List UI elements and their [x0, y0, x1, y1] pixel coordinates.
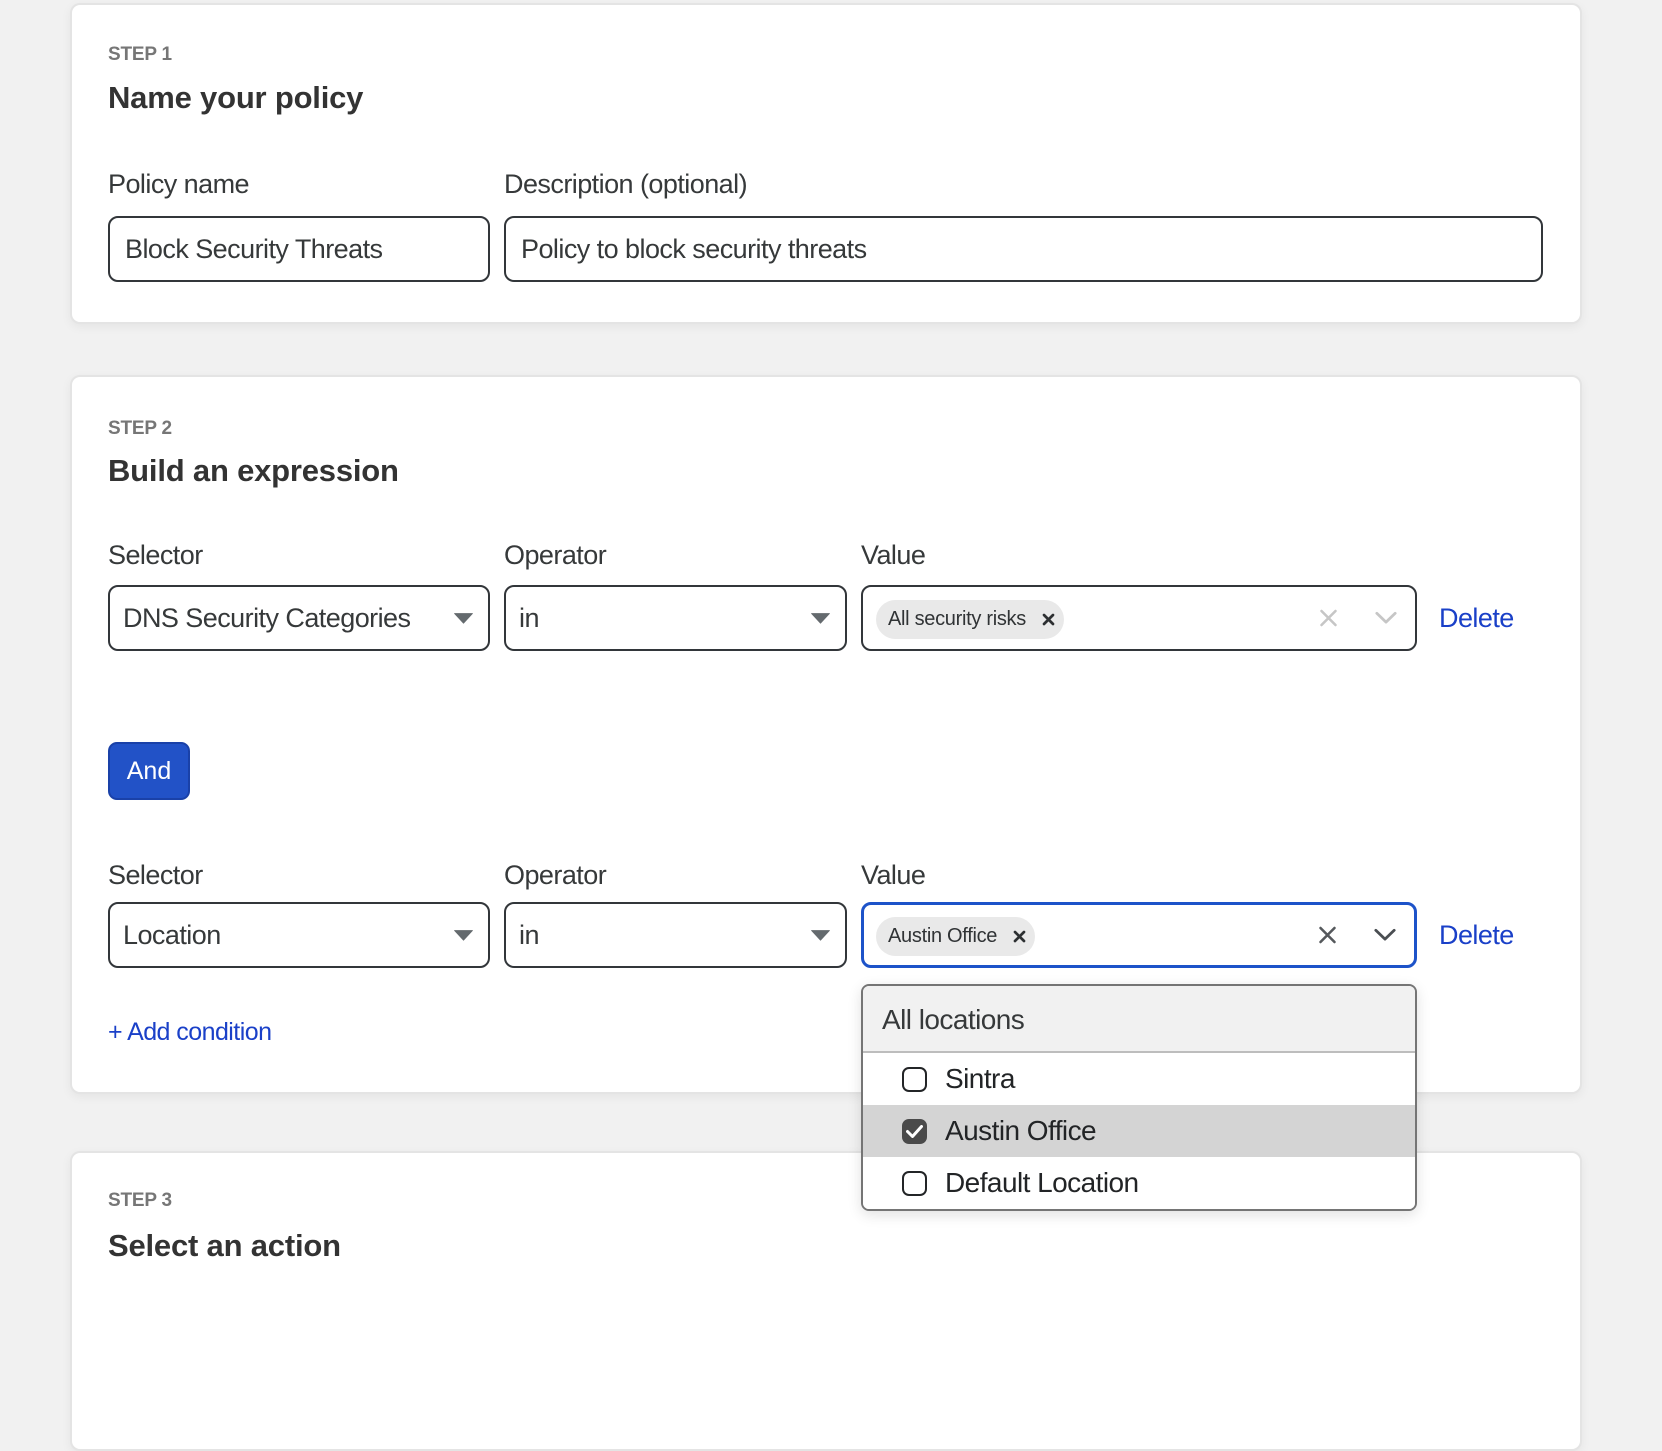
policy-builder-page: STEP 1 Name your policy Policy name Desc…	[70, 0, 1582, 1451]
chevron-down-icon[interactable]	[1375, 612, 1397, 625]
dropdown-option-label: Sintra	[945, 1063, 1015, 1095]
dropdown-header-all-locations[interactable]: All locations	[863, 986, 1415, 1053]
clear-value-icon[interactable]	[1319, 609, 1338, 628]
step3-label: STEP 3	[108, 1189, 172, 1212]
checkbox-checked[interactable]	[902, 1119, 927, 1144]
operator-label: Operator	[504, 858, 606, 892]
value-tag: All security risks	[876, 600, 1064, 639]
step1-label: STEP 1	[108, 43, 172, 66]
step2-title: Build an expression	[108, 452, 399, 490]
selector-select-row1[interactable]: DNS Security Categories	[108, 585, 490, 651]
selector-label: Selector	[108, 858, 203, 892]
policy-name-input[interactable]	[108, 216, 490, 282]
tag-remove-icon[interactable]	[1013, 930, 1026, 943]
check-icon	[906, 1125, 923, 1138]
checkbox-unchecked[interactable]	[902, 1067, 927, 1092]
operator-label: Operator	[504, 538, 606, 572]
operator-select-row1[interactable]: in	[504, 585, 847, 651]
step1-card: STEP 1 Name your policy Policy name Desc…	[70, 3, 1582, 324]
operator-select-row2[interactable]: in	[504, 902, 847, 968]
and-button[interactable]: And	[108, 742, 190, 800]
value-multiselect-row2[interactable]: Austin Office	[861, 902, 1417, 968]
delete-condition-row2[interactable]: Delete	[1439, 919, 1514, 952]
dropdown-option-austin-office[interactable]: Austin Office	[863, 1105, 1415, 1157]
operator-select-row1-value: in	[519, 603, 539, 634]
select-caret-icon	[811, 930, 830, 941]
selector-select-row2[interactable]: Location	[108, 902, 490, 968]
value-tag: Austin Office	[876, 917, 1035, 956]
value-label: Value	[861, 858, 925, 892]
step2-label: STEP 2	[108, 417, 172, 440]
chevron-down-icon[interactable]	[1374, 929, 1396, 942]
delete-condition-row1[interactable]: Delete	[1439, 602, 1514, 635]
select-caret-icon	[811, 613, 830, 624]
selector-select-row1-value: DNS Security Categories	[123, 603, 410, 634]
step1-title: Name your policy	[108, 79, 363, 117]
description-label: Description (optional)	[504, 167, 747, 201]
description-input[interactable]	[504, 216, 1543, 282]
value-label: Value	[861, 538, 925, 572]
dropdown-option-sintra[interactable]: Sintra	[863, 1053, 1415, 1105]
dropdown-option-label: Default Location	[945, 1167, 1139, 1199]
operator-select-row2-value: in	[519, 920, 539, 951]
checkbox-unchecked[interactable]	[902, 1171, 927, 1196]
select-caret-icon	[454, 930, 473, 941]
step3-title: Select an action	[108, 1227, 341, 1265]
add-condition-link[interactable]: + Add condition	[108, 1017, 271, 1048]
clear-value-icon[interactable]	[1318, 926, 1337, 945]
value-tag-text: All security risks	[888, 608, 1026, 631]
select-caret-icon	[454, 613, 473, 624]
value-multiselect-row1[interactable]: All security risks	[861, 585, 1417, 651]
dropdown-option-label: Austin Office	[945, 1115, 1096, 1147]
selector-label: Selector	[108, 538, 203, 572]
tag-remove-icon[interactable]	[1042, 613, 1055, 626]
selector-select-row2-value: Location	[123, 920, 221, 951]
location-dropdown: All locations Sintra Austin Office Defau…	[861, 984, 1417, 1211]
dropdown-option-default-location[interactable]: Default Location	[863, 1157, 1415, 1209]
policy-name-label: Policy name	[108, 167, 249, 201]
value-tag-text: Austin Office	[888, 925, 997, 948]
